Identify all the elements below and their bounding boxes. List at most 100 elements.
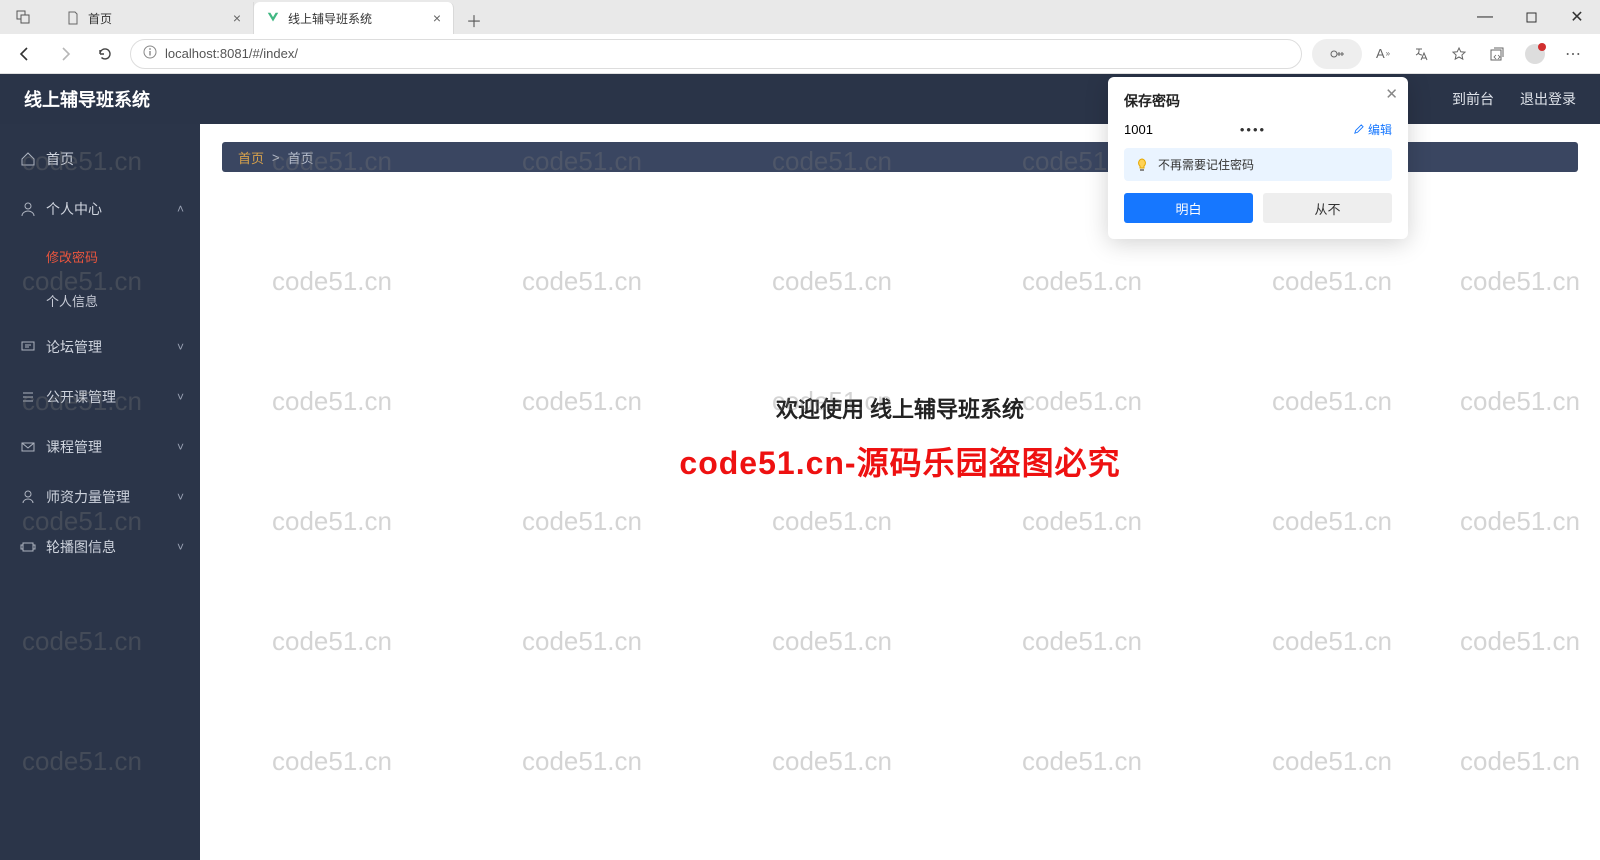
- watermark-banner: code51.cn-源码乐园盗图必究: [222, 438, 1578, 484]
- app-title: 线上辅导班系统: [24, 86, 150, 112]
- read-aloud-button[interactable]: A»: [1366, 39, 1400, 69]
- popup-ok-button[interactable]: 明白: [1124, 193, 1253, 223]
- tab-overview-button[interactable]: [8, 2, 38, 32]
- window-controls: — ✕: [1462, 0, 1600, 34]
- sidebar-item-label: 首页: [46, 149, 74, 169]
- sidebar-item-label: 师资力量管理: [46, 487, 130, 507]
- popup-close-button[interactable]: ✕: [1385, 85, 1398, 103]
- home-icon: [20, 151, 36, 167]
- chevron-up-icon: ˄: [177, 202, 184, 216]
- sidebar-item-public-course[interactable]: 公开课管理 ˅: [0, 372, 200, 422]
- list-icon: [20, 389, 36, 405]
- popup-hint-text: 不再需要记住密码: [1158, 156, 1254, 173]
- sidebar: 首页 个人中心 ˄ 修改密码 个人信息 论坛管理 ˅ 公开课管理 ˅: [0, 124, 200, 860]
- browser-window: 首页 × 线上辅导班系统 × ＋ — ✕: [0, 0, 1600, 860]
- url-input[interactable]: localhost:8081/#/index/: [130, 39, 1302, 69]
- logout-link[interactable]: 退出登录: [1520, 89, 1576, 109]
- breadcrumb-home[interactable]: 首页: [238, 148, 264, 167]
- toolbar-right: A» ⋯: [1312, 39, 1590, 69]
- sidebar-item-label: 课程管理: [46, 437, 102, 457]
- to-front-link[interactable]: 到前台: [1452, 89, 1494, 109]
- sidebar-item-course[interactable]: 课程管理 ˅: [0, 422, 200, 472]
- arrow-left-icon: [16, 45, 34, 63]
- back-button[interactable]: [10, 39, 40, 69]
- sidebar-item-label: 论坛管理: [46, 337, 102, 357]
- popup-edit-link[interactable]: 编辑: [1353, 121, 1392, 138]
- reload-button[interactable]: [90, 39, 120, 69]
- site-info-icon[interactable]: [143, 45, 157, 62]
- page-icon: [66, 11, 80, 25]
- url-text: localhost:8081/#/index/: [165, 46, 298, 61]
- sidebar-item-label: 修改密码: [46, 247, 98, 266]
- sidebar-item-label: 个人信息: [46, 291, 98, 310]
- close-icon: ✕: [1385, 86, 1398, 103]
- chevron-down-icon: ˅: [177, 440, 184, 454]
- sidebar-item-label: 个人中心: [46, 199, 102, 219]
- page-viewport: 线上辅导班系统 到前台 退出登录 首页 个人中心 ˄ 修改密码 个人信息: [0, 74, 1600, 860]
- popup-edit-label: 编辑: [1368, 121, 1392, 138]
- more-button[interactable]: ⋯: [1556, 39, 1590, 69]
- collections-icon: [1489, 46, 1505, 62]
- mail-icon: [20, 439, 36, 455]
- close-window-button[interactable]: ✕: [1554, 0, 1600, 34]
- lightbulb-icon: [1134, 157, 1150, 173]
- sidebar-subitem-change-password[interactable]: 修改密码: [0, 234, 200, 278]
- tab-actions-left: [0, 1, 46, 33]
- sidebar-item-label: 公开课管理: [46, 387, 116, 407]
- star-icon: [1451, 46, 1467, 62]
- sidebar-item-home[interactable]: 首页: [0, 134, 200, 184]
- password-key-button[interactable]: [1312, 39, 1362, 69]
- tab-title: 线上辅导班系统: [288, 10, 372, 27]
- save-password-popup: ✕ 保存密码 1001 •••• 编辑 不再需要记住密码 明白 从不: [1108, 77, 1408, 239]
- popup-password-mask: ••••: [1240, 122, 1266, 137]
- translate-button[interactable]: [1404, 39, 1438, 69]
- popup-username: 1001: [1124, 122, 1153, 137]
- address-bar: localhost:8081/#/index/ A» ⋯: [0, 34, 1600, 74]
- avatar-icon: [1525, 44, 1545, 64]
- more-icon: ⋯: [1565, 44, 1581, 64]
- popup-actions: 明白 从不: [1124, 193, 1392, 223]
- forward-button[interactable]: [50, 39, 80, 69]
- sidebar-item-forum[interactable]: 论坛管理 ˅: [0, 322, 200, 372]
- minimize-button[interactable]: —: [1462, 0, 1508, 34]
- new-tab-button[interactable]: ＋: [460, 6, 488, 34]
- teacher-icon: [20, 489, 36, 505]
- breadcrumb-current: 首页: [288, 148, 314, 167]
- sidebar-item-carousel[interactable]: 轮播图信息 ˅: [0, 522, 200, 572]
- vue-icon: [266, 11, 280, 25]
- sidebar-item-teacher[interactable]: 师资力量管理 ˅: [0, 472, 200, 522]
- titlebar: 首页 × 线上辅导班系统 × ＋ — ✕: [0, 0, 1600, 34]
- collections-button[interactable]: [1480, 39, 1514, 69]
- user-icon: [20, 201, 36, 217]
- popup-never-button[interactable]: 从不: [1263, 193, 1392, 223]
- popup-title: 保存密码: [1124, 91, 1392, 111]
- forum-icon: [20, 339, 36, 355]
- profile-button[interactable]: [1518, 39, 1552, 69]
- close-icon[interactable]: ×: [433, 10, 441, 26]
- close-icon[interactable]: ×: [233, 10, 241, 26]
- carousel-icon: [20, 539, 36, 555]
- favorites-button[interactable]: [1442, 39, 1476, 69]
- chevron-down-icon: ˅: [177, 490, 184, 504]
- maximize-button[interactable]: [1508, 0, 1554, 34]
- sidebar-item-personal[interactable]: 个人中心 ˄: [0, 184, 200, 234]
- pencil-icon: [1353, 124, 1364, 135]
- app-header-actions: 到前台 退出登录: [1452, 89, 1576, 109]
- sidebar-subitem-profile[interactable]: 个人信息: [0, 278, 200, 322]
- sidebar-item-label: 轮播图信息: [46, 537, 116, 557]
- tab-0[interactable]: 首页 ×: [54, 2, 254, 34]
- tab-overview-icon: [16, 10, 30, 24]
- reload-icon: [97, 46, 113, 62]
- read-aloud-icon: A: [1376, 46, 1385, 61]
- chevron-down-icon: ˅: [177, 340, 184, 354]
- translate-icon: [1413, 46, 1429, 62]
- popup-hint: 不再需要记住密码: [1124, 148, 1392, 181]
- tab-strip: 首页 × 线上辅导班系统 × ＋: [46, 0, 1462, 34]
- popup-credentials-row: 1001 •••• 编辑: [1124, 121, 1392, 138]
- welcome-heading: 欢迎使用 线上辅导班系统: [222, 392, 1578, 424]
- maximize-icon: [1526, 12, 1537, 23]
- chevron-down-icon: ˅: [177, 390, 184, 404]
- tab-1[interactable]: 线上辅导班系统 ×: [254, 2, 454, 34]
- tab-title: 首页: [88, 10, 112, 27]
- breadcrumb-sep: >: [272, 150, 280, 165]
